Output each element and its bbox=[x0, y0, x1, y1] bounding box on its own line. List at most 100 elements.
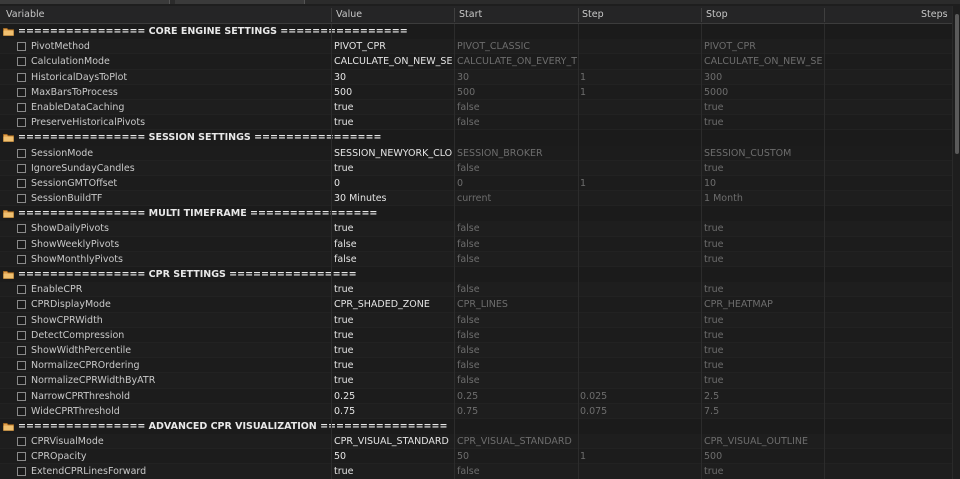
parameter-start[interactable]: CALCULATE_ON_EVERY_TICK bbox=[457, 54, 577, 69]
parameter-stop[interactable]: true bbox=[704, 115, 822, 130]
parameter-step[interactable] bbox=[580, 146, 700, 161]
parameter-value[interactable]: 0.25 bbox=[334, 389, 452, 404]
parameter-row[interactable]: SessionGMTOffset 0 0 1 10 bbox=[0, 175, 952, 192]
header-steps[interactable]: Steps bbox=[921, 6, 948, 24]
parameter-row[interactable]: ShowWidthPercentile true false true bbox=[0, 342, 952, 359]
folder-icon[interactable] bbox=[3, 133, 14, 143]
parameter-step[interactable] bbox=[580, 237, 700, 252]
parameter-value[interactable]: true bbox=[334, 221, 452, 236]
parameter-stop[interactable]: CPR_VISUAL_OUTLINE bbox=[704, 434, 822, 449]
optimize-checkbox[interactable] bbox=[17, 72, 26, 82]
parameter-value[interactable]: true bbox=[334, 464, 452, 479]
parameter-step[interactable] bbox=[580, 328, 700, 343]
parameter-stop[interactable]: true bbox=[704, 100, 822, 115]
optimize-checkbox[interactable] bbox=[17, 391, 26, 401]
parameter-row[interactable]: ShowMonthlyPivots false false true bbox=[0, 251, 952, 267]
optimize-checkbox[interactable] bbox=[17, 57, 26, 67]
optimize-checkbox[interactable] bbox=[17, 102, 26, 112]
parameter-stop[interactable]: true bbox=[704, 358, 822, 373]
group-header-row[interactable]: ================ CORE ENGINE SETTINGS ==… bbox=[0, 24, 952, 40]
parameter-start[interactable]: CPR_VISUAL_STANDARD bbox=[457, 434, 577, 449]
optimize-checkbox[interactable] bbox=[17, 376, 26, 386]
optimize-checkbox[interactable] bbox=[17, 406, 26, 416]
parameter-start[interactable]: false bbox=[457, 358, 577, 373]
parameter-start[interactable]: CPR_LINES bbox=[457, 297, 577, 312]
optimize-checkbox[interactable] bbox=[17, 315, 26, 325]
parameter-stop[interactable]: true bbox=[704, 313, 822, 328]
parameter-start[interactable]: false bbox=[457, 100, 577, 115]
parameter-step[interactable] bbox=[580, 54, 700, 69]
parameter-row[interactable]: WideCPRThreshold 0.75 0.75 0.075 7.5 bbox=[0, 403, 952, 419]
parameter-stop[interactable]: 300 bbox=[704, 70, 822, 85]
parameter-step[interactable] bbox=[580, 252, 700, 267]
optimize-checkbox[interactable] bbox=[17, 467, 26, 477]
parameter-row[interactable]: PreserveHistoricalPivots true false true bbox=[0, 115, 952, 131]
optimize-checkbox[interactable] bbox=[17, 224, 26, 234]
parameter-start[interactable]: false bbox=[457, 252, 577, 267]
parameter-step[interactable]: 1 bbox=[580, 70, 700, 85]
optimize-checkbox[interactable] bbox=[17, 330, 26, 340]
parameter-row[interactable]: NormalizeCPROrdering true false true bbox=[0, 358, 952, 374]
optimize-checkbox[interactable] bbox=[17, 118, 26, 128]
parameter-row[interactable]: PivotMethod PIVOT_CPR PIVOT_CLASSIC PIVOT_C… bbox=[0, 39, 952, 55]
parameter-start[interactable]: false bbox=[457, 343, 577, 358]
parameter-start[interactable]: false bbox=[457, 373, 577, 388]
parameter-row[interactable]: IgnoreSundayCandles true false true bbox=[0, 160, 952, 176]
folder-icon[interactable] bbox=[3, 209, 14, 219]
parameter-start[interactable]: false bbox=[457, 313, 577, 328]
group-header-row[interactable]: ================ CPR SETTINGS ==========… bbox=[0, 267, 952, 283]
parameter-stop[interactable]: 7.5 bbox=[704, 404, 822, 419]
optimize-checkbox[interactable] bbox=[17, 254, 26, 264]
parameter-start[interactable]: false bbox=[457, 221, 577, 236]
parameter-value[interactable]: true bbox=[334, 373, 452, 388]
parameter-stop[interactable]: true bbox=[704, 343, 822, 358]
parameter-value[interactable]: 50 bbox=[334, 449, 452, 464]
parameter-step[interactable]: 1 bbox=[580, 449, 700, 464]
parameter-step[interactable] bbox=[580, 282, 700, 297]
header-step[interactable]: Step bbox=[582, 6, 604, 24]
parameter-step[interactable] bbox=[580, 313, 700, 328]
parameter-value[interactable]: CALCULATE_ON_NEW_SESS... bbox=[334, 54, 452, 69]
folder-icon[interactable] bbox=[3, 422, 14, 431]
parameter-step[interactable]: 1 bbox=[580, 85, 700, 100]
parameter-step[interactable] bbox=[580, 221, 700, 236]
parameter-row[interactable]: CPROpacity 50 50 1 500 bbox=[0, 449, 952, 465]
optimize-checkbox[interactable] bbox=[17, 178, 26, 188]
parameter-value[interactable]: true bbox=[334, 115, 452, 130]
parameter-start[interactable]: false bbox=[457, 464, 577, 479]
parameter-value[interactable]: 30 bbox=[334, 70, 452, 85]
parameter-value[interactable]: true bbox=[334, 161, 452, 176]
parameter-row[interactable]: SessionBuildTF 30 Minutes current 1 Month bbox=[0, 191, 952, 207]
optimize-checkbox[interactable] bbox=[17, 42, 26, 52]
parameter-value[interactable]: 30 Minutes bbox=[334, 191, 452, 206]
parameter-stop[interactable]: true bbox=[704, 282, 822, 297]
header-variable[interactable]: Variable bbox=[6, 6, 44, 24]
parameter-start[interactable]: false bbox=[457, 237, 577, 252]
header-start[interactable]: Start bbox=[459, 6, 482, 24]
parameter-stop[interactable]: true bbox=[704, 161, 822, 176]
parameter-stop[interactable]: 5000 bbox=[704, 85, 822, 100]
optimize-checkbox[interactable] bbox=[17, 361, 26, 371]
parameter-row[interactable]: NormalizeCPRWidthByATR true false true bbox=[0, 373, 952, 389]
parameter-value[interactable]: CPR_SHADED_ZONE bbox=[334, 297, 452, 312]
optimize-checkbox[interactable] bbox=[17, 345, 26, 355]
parameter-start[interactable]: false bbox=[457, 282, 577, 297]
parameter-row[interactable]: CalculationMode CALCULATE_ON_NEW_SESS... C… bbox=[0, 54, 952, 70]
parameter-stop[interactable]: 2.5 bbox=[704, 389, 822, 404]
parameter-row[interactable]: ExtendCPRLinesForward true false true bbox=[0, 464, 952, 479]
parameter-start[interactable]: 30 bbox=[457, 70, 577, 85]
parameter-stop[interactable]: true bbox=[704, 328, 822, 343]
group-header-row[interactable]: ================ MULTI TIMEFRAME =======… bbox=[0, 206, 952, 222]
scrollbar-thumb[interactable] bbox=[955, 14, 959, 154]
parameter-row[interactable]: CPRDisplayMode CPR_SHADED_ZONE CPR_LINES CP… bbox=[0, 297, 952, 313]
parameter-value[interactable]: 500 bbox=[334, 85, 452, 100]
parameter-row[interactable]: ShowWeeklyPivots false false true bbox=[0, 236, 952, 252]
parameter-value[interactable]: CPR_VISUAL_STANDARD bbox=[334, 434, 452, 449]
parameter-row[interactable]: EnableCPR true false true bbox=[0, 282, 952, 298]
parameter-stop[interactable]: true bbox=[704, 252, 822, 267]
parameter-value[interactable]: true bbox=[334, 313, 452, 328]
parameter-value[interactable]: true bbox=[334, 358, 452, 373]
parameter-step[interactable]: 0.075 bbox=[580, 404, 700, 419]
tab-inputs[interactable] bbox=[175, 0, 305, 4]
parameter-stop[interactable]: 10 bbox=[704, 176, 822, 191]
